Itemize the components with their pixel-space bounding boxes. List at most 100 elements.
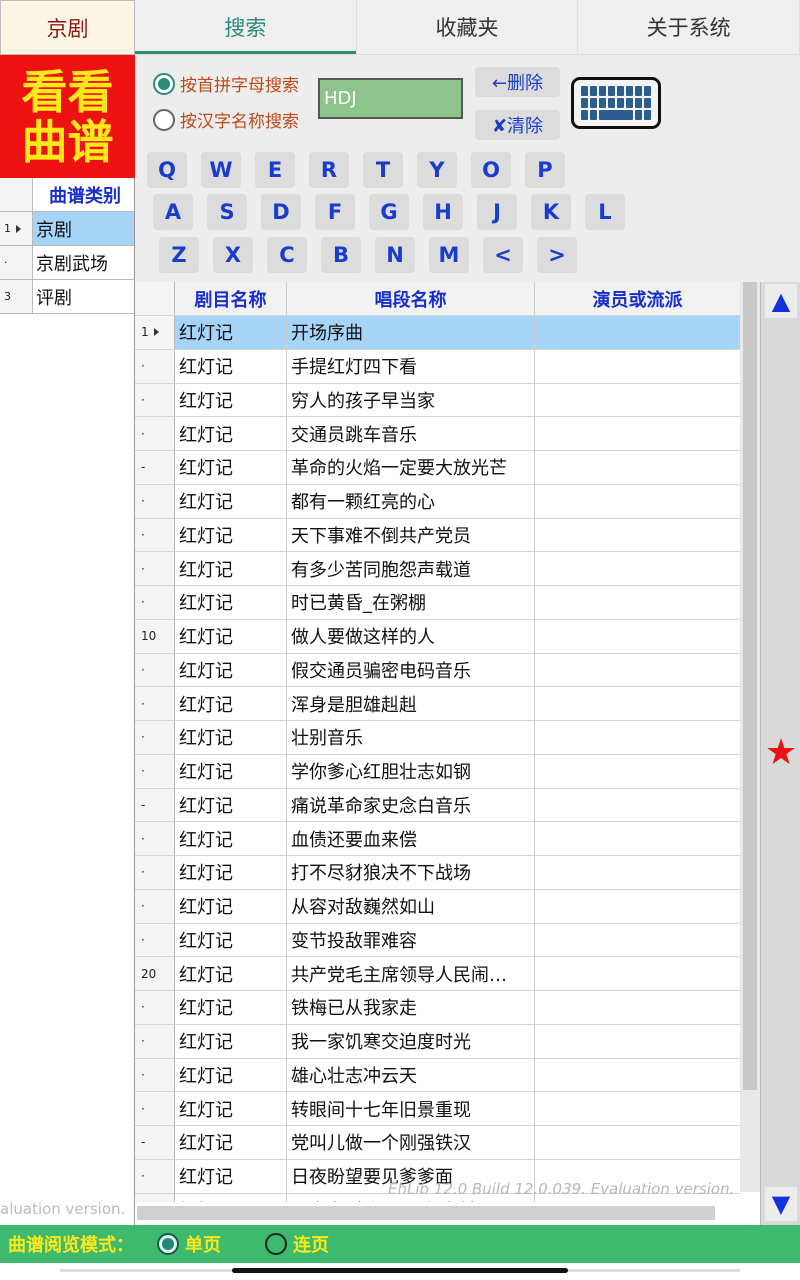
cell-aria-name: 打不尽豺狼决不下战场 xyxy=(287,856,535,889)
radio-selected-icon[interactable] xyxy=(153,72,175,95)
key-button[interactable]: B xyxy=(321,237,361,273)
row-number: 10 xyxy=(141,629,157,644)
scrollbar-thumb[interactable] xyxy=(137,1206,715,1220)
key-button[interactable]: K xyxy=(531,194,571,230)
category-item[interactable]: 3 评剧 xyxy=(0,280,134,314)
table-row[interactable]: · 红灯记 交通员跳车音乐 xyxy=(135,417,740,451)
table-row[interactable]: · 红灯记 铁梅已从我家走 xyxy=(135,991,740,1025)
cell-aria-name: 壮别音乐 xyxy=(287,721,535,754)
key-button[interactable]: A xyxy=(153,194,193,230)
key-button[interactable]: D xyxy=(261,194,301,230)
table-row[interactable]: 20 红灯记 共产党毛主席领导人民闹… xyxy=(135,957,740,991)
key-button[interactable]: < xyxy=(483,237,523,273)
grid-evaluation-watermark: EhLib 12.0 Build 12.0.039. Evaluation ve… xyxy=(388,1180,735,1198)
tab-search[interactable]: 搜索 xyxy=(135,0,357,54)
table-row[interactable]: · 红灯记 假交通员骗密电码音乐 xyxy=(135,653,740,688)
cell-performer xyxy=(535,384,740,417)
table-row[interactable]: · 红灯记 有多少苦同胞怨声载道 xyxy=(135,552,740,586)
search-input[interactable]: HDJ xyxy=(318,78,463,119)
radio-unselected-icon[interactable] xyxy=(153,108,175,131)
tab-favorites[interactable]: 收藏夹 xyxy=(357,0,579,54)
cell-aria-name: 痛说革命家史念白音乐 xyxy=(287,788,535,822)
table-row[interactable]: · 红灯记 浑身是胆雄赳赳 xyxy=(135,687,740,721)
key-button[interactable]: C xyxy=(267,237,307,273)
table-vertical-scrollbar[interactable] xyxy=(740,282,760,1192)
column-header-play[interactable]: 剧目名称 xyxy=(175,282,287,315)
search-mode-pinyin[interactable]: 按首拼字母搜索 xyxy=(153,71,299,96)
table-row[interactable]: · 红灯记 学你爹心红胆壮志如钢 xyxy=(135,754,740,789)
category-item[interactable]: 1 京剧 xyxy=(0,212,134,246)
radio-unselected-icon[interactable] xyxy=(265,1233,287,1255)
table-row[interactable]: - 红灯记 党叫儿做一个刚强铁汉 xyxy=(135,1126,740,1160)
table-row[interactable]: · 红灯记 血债还要血来偿 xyxy=(135,822,740,856)
tab-about[interactable]: 关于系统 xyxy=(578,0,800,54)
table-row[interactable]: · 红灯记 雄心壮志冲云天 xyxy=(135,1058,740,1093)
key-button[interactable]: G xyxy=(369,194,409,230)
table-row[interactable]: · 红灯记 变节投敌罪难容 xyxy=(135,923,740,958)
key-button[interactable]: F xyxy=(315,194,355,230)
row-indicator: · xyxy=(135,383,175,417)
keyboard-icon[interactable] xyxy=(571,77,661,129)
key-button[interactable]: Q xyxy=(147,152,187,188)
table-row[interactable]: · 红灯记 打不尽豺狼决不下战场 xyxy=(135,856,740,890)
app-logo: 看看 曲谱 xyxy=(0,55,135,178)
table-row[interactable]: 1 红灯记 开场序曲 xyxy=(135,316,740,350)
row-number: · xyxy=(141,696,145,711)
key-button[interactable]: N xyxy=(375,237,415,273)
column-header-aria[interactable]: 唱段名称 xyxy=(287,282,535,315)
scroll-up-icon[interactable]: ▲ xyxy=(765,284,797,318)
view-mode-continuous[interactable]: 连页 xyxy=(265,1231,329,1257)
radio-selected-icon[interactable] xyxy=(157,1233,179,1255)
scroll-down-icon[interactable]: ▼ xyxy=(765,1187,797,1221)
row-indicator: 10 xyxy=(135,619,175,653)
row-indicator: · xyxy=(135,991,175,1024)
key-button[interactable]: J xyxy=(477,194,517,230)
table-row[interactable]: · 红灯记 时已黄昏_在粥棚 xyxy=(135,586,740,620)
clear-button[interactable]: ✘清除 xyxy=(475,110,560,140)
table-row[interactable]: · 红灯记 壮别音乐 xyxy=(135,721,740,755)
key-button[interactable]: W xyxy=(201,152,241,188)
table-row[interactable]: · 红灯记 从容对敌巍然如山 xyxy=(135,889,740,924)
favorite-star-icon[interactable]: ★ xyxy=(765,732,797,773)
row-number: · xyxy=(141,1000,145,1015)
table-row[interactable]: · 红灯记 穷人的孩子早当家 xyxy=(135,383,740,418)
table-row[interactable]: · 红灯记 转眼间十七年旧景重现 xyxy=(135,1092,740,1126)
column-header-performer[interactable]: 演员或流派 xyxy=(535,282,740,315)
table-row[interactable]: - 红灯记 革命的火焰一定要大放光芒 xyxy=(135,451,740,485)
cell-play-name: 红灯记 xyxy=(175,923,287,957)
search-mode-hanzi[interactable]: 按汉字名称搜索 xyxy=(153,107,299,132)
key-button[interactable]: S xyxy=(207,194,247,230)
row-indicator: · xyxy=(135,586,175,619)
delete-button[interactable]: ←删除 xyxy=(475,67,560,97)
row-indicator: 20 xyxy=(135,957,175,990)
key-button[interactable]: L xyxy=(585,194,625,230)
home-indicator[interactable] xyxy=(232,1268,568,1273)
key-button[interactable]: X xyxy=(213,237,253,273)
key-button[interactable]: H xyxy=(423,194,463,230)
key-button[interactable]: Y xyxy=(417,152,457,188)
key-button[interactable]: M xyxy=(429,237,469,273)
key-button[interactable]: > xyxy=(537,237,577,273)
table-row[interactable]: 10 红灯记 做人要做这样的人 xyxy=(135,619,740,654)
table-row[interactable]: · 红灯记 我一家饥寒交迫度时光 xyxy=(135,1024,740,1059)
category-item[interactable]: · 京剧武场 xyxy=(0,246,134,280)
scrollbar-thumb[interactable] xyxy=(743,282,757,1090)
view-mode-single-page[interactable]: 单页 xyxy=(157,1231,221,1257)
cell-play-name: 红灯记 xyxy=(175,619,287,653)
key-button[interactable]: O xyxy=(471,152,511,188)
cell-play-name: 红灯记 xyxy=(175,383,287,417)
key-button[interactable]: R xyxy=(309,152,349,188)
table-row[interactable]: · 红灯记 天下事难不倒共产党员 xyxy=(135,518,740,553)
table-horizontal-scrollbar[interactable] xyxy=(135,1202,760,1225)
key-button[interactable]: E xyxy=(255,152,295,188)
key-button[interactable]: Z xyxy=(159,237,199,273)
cell-aria-name: 变节投敌罪难容 xyxy=(287,923,535,957)
table-row[interactable]: - 红灯记 痛说革命家史念白音乐 xyxy=(135,788,740,823)
table-row[interactable]: · 红灯记 手提红灯四下看 xyxy=(135,349,740,384)
table-row[interactable]: · 红灯记 都有一颗红亮的心 xyxy=(135,484,740,519)
key-button[interactable]: P xyxy=(525,152,565,188)
cell-play-name: 红灯记 xyxy=(175,856,287,889)
category-item-label: 京剧 xyxy=(33,212,134,245)
key-button[interactable]: T xyxy=(363,152,403,188)
cell-aria-name: 浑身是胆雄赳赳 xyxy=(287,687,535,720)
